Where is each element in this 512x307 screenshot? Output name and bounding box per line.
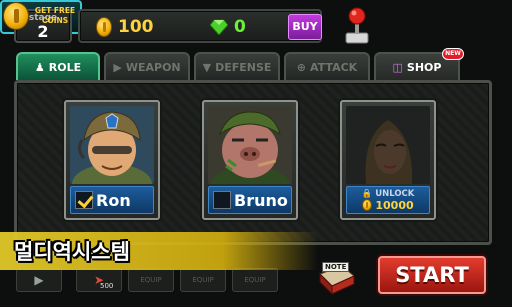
tab-label: WEAPON — [125, 60, 181, 74]
character-name: Ron — [96, 190, 131, 210]
bruno-portrait — [208, 106, 292, 184]
weapon-value: 500 — [100, 282, 114, 290]
free-coins-label: GET FREE COINS — [34, 6, 76, 25]
tab-label: DEFENSE — [215, 60, 272, 74]
unlock-price: 10000 — [375, 198, 414, 212]
character-name: Bruno — [234, 190, 288, 210]
select-checkbox[interactable] — [213, 191, 231, 209]
character-card-locked[interactable]: 🔒 UNLOCK 10000 — [340, 100, 436, 220]
selected-checkbox[interactable] — [75, 191, 93, 209]
gun-icon: ▶ — [113, 60, 122, 74]
equip-slot[interactable]: EQUIP — [232, 268, 278, 292]
currency-bar: 100 0 BUY — [78, 9, 322, 43]
caption-text: 멀디역시스템 — [14, 240, 130, 264]
tab-defense[interactable]: ▼ DEFENSE — [194, 52, 280, 80]
note-label: NOTE — [322, 262, 350, 272]
character-card-bruno[interactable]: Bruno — [202, 100, 298, 220]
bruno-namebar: Bruno — [208, 186, 292, 214]
tab-label: ATTACK — [310, 60, 358, 74]
ron-namebar: Ron — [70, 186, 154, 214]
coin-icon — [362, 199, 373, 211]
gold-coin-icon — [96, 17, 112, 37]
equip-slot[interactable]: ➤ — [76, 268, 122, 292]
equip-slot[interactable]: EQUIP — [180, 268, 226, 292]
unlock-label: 🔒 UNLOCK — [361, 188, 415, 199]
tab-label: SHOP — [406, 60, 442, 74]
tab-label: ROLE — [48, 60, 82, 74]
buy-button[interactable]: BUY — [288, 14, 322, 40]
coin-icon — [3, 2, 29, 30]
tab-weapon[interactable]: ▶ WEAPON — [104, 52, 190, 80]
locked-portrait — [346, 106, 430, 184]
joystick-icon[interactable] — [342, 6, 372, 44]
equip-slot[interactable]: ▶ — [16, 268, 62, 292]
gem-amount: 0 — [234, 17, 246, 37]
person-icon: ♟ — [34, 60, 45, 74]
caption-banner: 멀디역시스템 — [0, 232, 318, 270]
unlock-price-row: 10000 — [362, 198, 414, 212]
start-button[interactable]: START — [378, 256, 486, 294]
basket-icon: ◫ — [392, 60, 403, 74]
new-badge: NEW — [442, 48, 464, 60]
equip-slot[interactable]: EQUIP — [128, 268, 174, 292]
tab-attack[interactable]: ⊕ ATTACK — [284, 52, 370, 80]
unlock-bar: 🔒 UNLOCK 10000 — [346, 186, 430, 214]
tab-role[interactable]: ♟ ROLE — [16, 52, 100, 80]
ron-portrait — [70, 106, 154, 184]
gem-icon — [210, 19, 228, 35]
gun-icon: ▶ — [34, 273, 44, 287]
lock-icon: 🔒 — [361, 188, 373, 199]
character-card-ron[interactable]: Ron — [64, 100, 160, 220]
gold-amount: 100 — [118, 17, 154, 37]
crosshair-icon: ⊕ — [296, 60, 307, 74]
shield-icon: ▼ — [202, 60, 212, 74]
